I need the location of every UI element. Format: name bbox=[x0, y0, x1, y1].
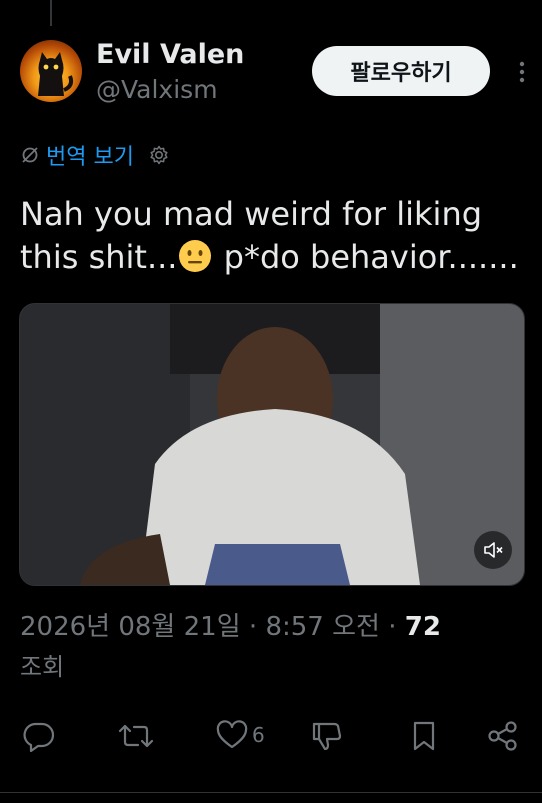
display-name[interactable]: Evil Valen bbox=[96, 38, 244, 72]
tweet-text-part-2: p*do behavior....... bbox=[213, 238, 519, 276]
share-button[interactable] bbox=[486, 720, 520, 752]
bookmark-button[interactable] bbox=[410, 720, 438, 752]
volume-muted-icon bbox=[484, 542, 503, 558]
heart-icon bbox=[216, 720, 248, 749]
meta-separator-2: · bbox=[379, 612, 405, 642]
thumbs-down-icon bbox=[312, 722, 342, 751]
retweet-button[interactable] bbox=[116, 720, 156, 752]
more-options-icon[interactable] bbox=[518, 60, 526, 84]
divider bbox=[0, 792, 542, 793]
tweet-header: Evil Valen @Valxism 팔로우하기 bbox=[20, 38, 525, 108]
views-count: 72 bbox=[404, 612, 441, 642]
share-icon bbox=[488, 721, 517, 751]
tweet-meta: 2026년 08월 21일 · 8:57 오전 · 72 조회 bbox=[20, 607, 530, 687]
like-button[interactable]: 6 bbox=[216, 720, 265, 750]
translate-row[interactable]: 번역 보기 bbox=[20, 140, 170, 170]
like-count: 6 bbox=[252, 723, 265, 747]
translate-link[interactable]: 번역 보기 bbox=[46, 139, 134, 171]
tweet-date[interactable]: 2026년 08월 21일 bbox=[20, 612, 241, 642]
meta-separator: · bbox=[240, 612, 266, 642]
gear-icon[interactable] bbox=[148, 144, 170, 166]
action-bar: 6 bbox=[20, 720, 522, 764]
neutral-face-emoji-icon bbox=[179, 240, 212, 272]
thread-connector-line bbox=[50, 0, 52, 26]
video-player[interactable] bbox=[19, 303, 525, 586]
reply-button[interactable] bbox=[22, 720, 56, 752]
views-label: 조회 bbox=[20, 653, 65, 681]
reply-icon bbox=[23, 722, 55, 752]
follow-button[interactable]: 팔로우하기 bbox=[312, 46, 490, 96]
translate-icon bbox=[22, 147, 38, 163]
user-handle[interactable]: @Valxism bbox=[96, 72, 244, 108]
bookmark-icon bbox=[413, 721, 435, 751]
tweet-time[interactable]: 8:57 오전 bbox=[265, 612, 380, 642]
retweet-icon bbox=[118, 724, 154, 748]
tweet-text: Nah you mad weird for liking this shit..… bbox=[20, 193, 530, 279]
dislike-button[interactable] bbox=[310, 720, 344, 752]
mute-toggle[interactable] bbox=[474, 531, 512, 569]
video-frame bbox=[20, 304, 524, 585]
avatar[interactable] bbox=[20, 40, 82, 102]
